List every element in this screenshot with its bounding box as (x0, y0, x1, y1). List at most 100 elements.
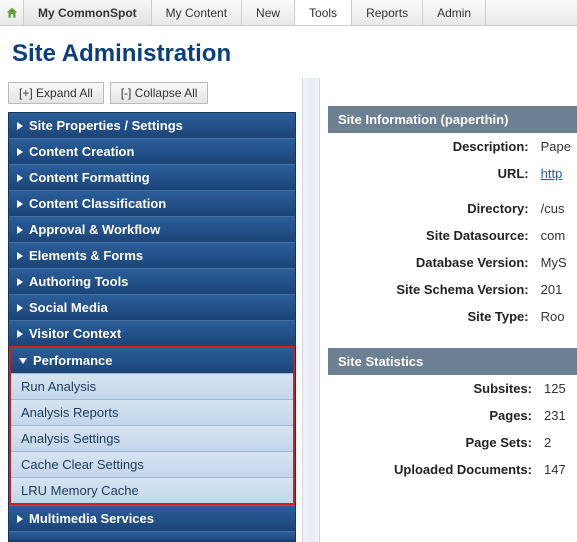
nav-label: Authoring Tools (29, 274, 128, 289)
arrow-right-icon (17, 200, 23, 208)
info-value: http (535, 160, 577, 187)
performance-highlight: Performance Run Analysis Analysis Report… (9, 346, 295, 505)
tab-label: Reports (366, 6, 408, 20)
sub-cache-clear-settings[interactable]: Cache Clear Settings (11, 451, 293, 477)
right-column: Site Information (paperthin) Description… (320, 78, 577, 483)
site-stats-table: Subsites:125 Pages:231 Page Sets:2 Uploa… (328, 375, 577, 483)
nav-label: Site Properties / Settings (29, 118, 183, 133)
nav-label: Social Media (29, 300, 108, 315)
tab-my-commonspot[interactable]: My CommonSpot (24, 0, 152, 25)
site-info-header: Site Information (paperthin) (328, 106, 577, 133)
stat-label: Pages: (328, 402, 538, 429)
nav-label: Approval & Workflow (29, 222, 160, 237)
table-row: Directory:/cus (328, 195, 577, 222)
sub-analysis-settings[interactable]: Analysis Settings (11, 425, 293, 451)
info-value: /cus (535, 195, 577, 222)
nav-label: Content Formatting (29, 170, 150, 185)
arrow-right-icon (17, 226, 23, 234)
table-row: Subsites:125 (328, 375, 577, 402)
table-row: Site Type:Roo (328, 303, 577, 330)
sub-run-analysis[interactable]: Run Analysis (11, 373, 293, 399)
table-row: Site Datasource:com (328, 222, 577, 249)
expand-all-button[interactable]: [+] Expand All (8, 82, 104, 104)
nav-visitor-context[interactable]: Visitor Context (9, 320, 295, 346)
nav-approval-workflow[interactable]: Approval & Workflow (9, 216, 295, 242)
site-info-table: Description:Pape URL: http Directory:/cus… (328, 133, 577, 330)
tab-tools[interactable]: Tools (295, 0, 352, 25)
nav-content-classification[interactable]: Content Classification (9, 190, 295, 216)
stat-value: 2 (538, 429, 577, 456)
arrow-down-icon (19, 358, 27, 364)
tab-label: Admin (437, 6, 471, 20)
table-row: Pages:231 (328, 402, 577, 429)
arrow-right-icon (17, 148, 23, 156)
info-label: Site Type: (328, 303, 535, 330)
left-column: [+] Expand All [-] Collapse All Site Pro… (0, 78, 296, 542)
table-row: Description:Pape (328, 133, 577, 160)
side-nav: Site Properties / Settings Content Creat… (8, 112, 296, 542)
info-label: Site Schema Version: (328, 276, 535, 303)
nav-multimedia-services[interactable]: Multimedia Services (9, 505, 295, 531)
info-label: Description: (328, 133, 535, 160)
sub-analysis-reports[interactable]: Analysis Reports (11, 399, 293, 425)
info-value: Roo (535, 303, 577, 330)
info-value: MyS (535, 249, 577, 276)
nav-more[interactable] (9, 531, 295, 541)
nav-label: Content Creation (29, 144, 134, 159)
nav-content-creation[interactable]: Content Creation (9, 138, 295, 164)
nav-label: Elements & Forms (29, 248, 143, 263)
info-value: com (535, 222, 577, 249)
stat-value: 125 (538, 375, 577, 402)
tab-my-content[interactable]: My Content (152, 0, 242, 25)
top-nav: My CommonSpot My Content New Tools Repor… (0, 0, 577, 26)
column-divider (302, 78, 320, 542)
arrow-right-icon (17, 515, 23, 523)
arrow-right-icon (17, 122, 23, 130)
tab-admin[interactable]: Admin (423, 0, 486, 25)
nav-label: Content Classification (29, 196, 166, 211)
arrow-right-icon (17, 278, 23, 286)
info-value: Pape (535, 133, 577, 160)
arrow-right-icon (17, 174, 23, 182)
tab-new[interactable]: New (242, 0, 295, 25)
arrow-right-icon (17, 252, 23, 260)
collapse-all-button[interactable]: [-] Collapse All (110, 82, 209, 104)
tab-reports[interactable]: Reports (352, 0, 423, 25)
info-label: Site Datasource: (328, 222, 535, 249)
table-row (328, 187, 577, 195)
stat-label: Subsites: (328, 375, 538, 402)
nav-performance[interactable]: Performance (11, 348, 293, 373)
table-row: Database Version:MyS (328, 249, 577, 276)
arrow-right-icon (17, 330, 23, 338)
arrow-right-icon (17, 304, 23, 312)
stat-value: 147 (538, 456, 577, 483)
page-title: Site Administration (0, 26, 577, 78)
url-link[interactable]: http (541, 166, 563, 181)
nav-content-formatting[interactable]: Content Formatting (9, 164, 295, 190)
table-row: Page Sets:2 (328, 429, 577, 456)
nav-authoring-tools[interactable]: Authoring Tools (9, 268, 295, 294)
info-value: 201 (535, 276, 577, 303)
sub-lru-memory-cache[interactable]: LRU Memory Cache (11, 477, 293, 503)
table-row: URL: http (328, 160, 577, 187)
nav-elements-forms[interactable]: Elements & Forms (9, 242, 295, 268)
nav-label: Multimedia Services (29, 511, 154, 526)
nav-label: Visitor Context (29, 326, 121, 341)
table-row: Uploaded Documents:147 (328, 456, 577, 483)
tab-label: Tools (309, 6, 337, 20)
info-label: Directory: (328, 195, 535, 222)
tab-label: New (256, 6, 280, 20)
tab-label: My CommonSpot (38, 6, 137, 20)
stat-label: Uploaded Documents: (328, 456, 538, 483)
info-label: Database Version: (328, 249, 535, 276)
site-stats-header: Site Statistics (328, 348, 577, 375)
home-icon[interactable] (0, 0, 24, 25)
stat-label: Page Sets: (328, 429, 538, 456)
info-label: URL: (328, 160, 535, 187)
nav-social-media[interactable]: Social Media (9, 294, 295, 320)
table-row: Site Schema Version:201 (328, 276, 577, 303)
tab-label: My Content (166, 6, 227, 20)
nav-label: Performance (33, 353, 112, 368)
stat-value: 231 (538, 402, 577, 429)
nav-site-properties[interactable]: Site Properties / Settings (9, 113, 295, 138)
